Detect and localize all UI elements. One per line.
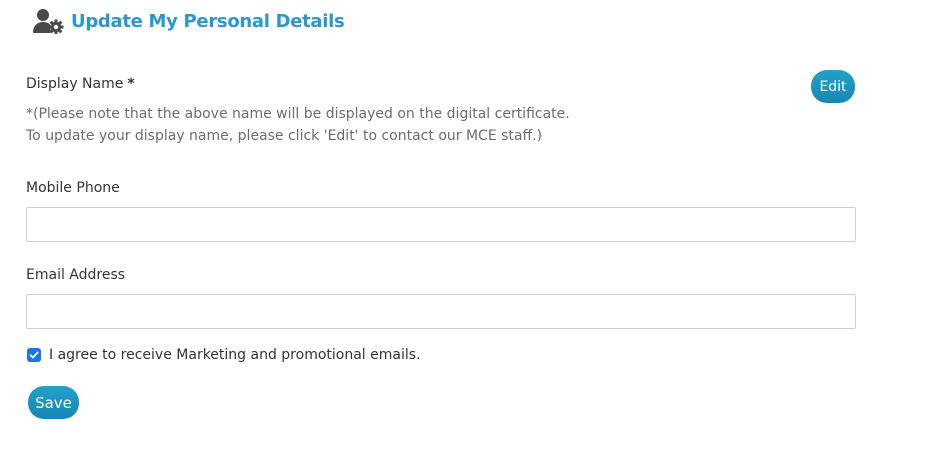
page-header: Update My Personal Details <box>33 6 345 36</box>
marketing-consent-checkbox[interactable] <box>27 348 41 362</box>
email-address-input[interactable] <box>26 294 856 329</box>
display-name-note: *(Please note that the above name will b… <box>26 103 570 147</box>
edit-button[interactable]: Edit <box>811 70 855 103</box>
required-marker: * <box>127 76 135 92</box>
personal-details-page: Update My Personal Details Display Name *… <box>0 0 940 456</box>
display-name-label-text: Display Name <box>26 76 124 92</box>
email-address-label: Email Address <box>26 267 126 283</box>
checkmark-icon <box>29 351 39 359</box>
mobile-phone-input[interactable] <box>26 207 856 242</box>
marketing-consent-label: I agree to receive Marketing and promoti… <box>49 347 421 363</box>
display-name-note-line1: *(Please note that the above name will b… <box>26 106 570 122</box>
mobile-phone-label: Mobile Phone <box>26 180 120 196</box>
save-button[interactable]: Save <box>28 386 79 419</box>
user-gear-icon <box>33 8 65 35</box>
display-name-label: Display Name * <box>26 76 135 92</box>
display-name-note-line2: To update your display name, please clic… <box>26 128 543 144</box>
page-title: Update My Personal Details <box>71 10 345 32</box>
marketing-consent-row: I agree to receive Marketing and promoti… <box>27 347 421 363</box>
